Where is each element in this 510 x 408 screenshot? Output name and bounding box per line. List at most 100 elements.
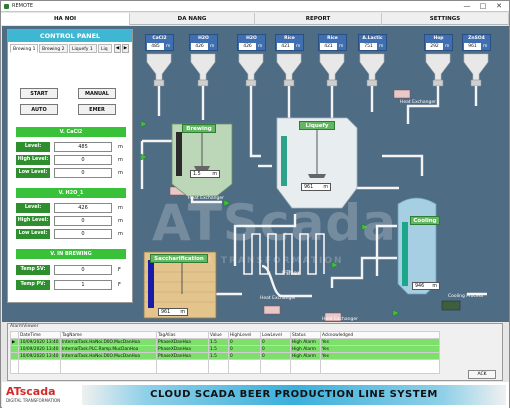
system-banner: CLOUD SCADA BEER PRODUCTION LINE SYSTEM (82, 385, 506, 405)
table-row[interactable]: 10/09/2020 13:40 InternalTask.PLC.Ramp.M… (10, 345, 440, 353)
h2o-low-level-field[interactable]: 0 (54, 229, 112, 239)
liquefy-value: 961 (304, 185, 314, 190)
heat-exchanger-label-1: Heat Exchanger (400, 100, 436, 105)
cell-highlevel: 0 (228, 352, 261, 360)
cell-tagname: InternalTask.HaNoi.D0O.MucDanHoa (60, 352, 157, 360)
logo-text: ATscada (6, 385, 56, 398)
cacl2-low-level-field[interactable]: 0 (54, 168, 112, 178)
saccharification-unit: m (180, 310, 185, 315)
cacl2-hopper (146, 53, 172, 81)
h2o-hopper-1 (190, 53, 216, 81)
alarm-table: DateTime TagName TagAlias Value HighLeve… (10, 331, 440, 374)
field-unit: m (118, 170, 123, 176)
cacl2-high-level-field[interactable]: 0 (54, 155, 112, 165)
sensor-unit: m (339, 44, 344, 49)
tab-da-nang[interactable]: DA NANG (130, 13, 255, 25)
cell-tagalias: PhaseXDanHoa (156, 345, 209, 353)
sensor-name: CaCl2 (152, 36, 167, 41)
tab-ha-noi[interactable]: HA NOI (1, 13, 130, 25)
liquefy-unit: m (323, 185, 328, 190)
h2o-high-level-field[interactable]: 0 (54, 216, 112, 226)
field-label: Low Level: (16, 229, 50, 239)
field-label: Temp PV: (16, 280, 50, 290)
field-unit: F (118, 282, 121, 288)
sensor-name: H2O (246, 36, 257, 41)
sensor-hop: Hop 292 m (424, 34, 453, 51)
h2o-level-field[interactable]: 426 (54, 203, 112, 213)
column-header[interactable]: TagAlias (156, 331, 209, 339)
subtab-brewing-2[interactable]: Brewing 2 (39, 44, 68, 53)
cell-acknowledged: Yes (320, 338, 440, 346)
cooling-readout: 946 m (412, 282, 440, 290)
tab-settings[interactable]: SETTINGS (382, 13, 509, 25)
cell-datetime: 10/09/2020 13:40 (18, 338, 61, 346)
column-header[interactable]: Status (290, 331, 321, 339)
cooling-process-label: Cooling Process (448, 294, 484, 299)
atscada-logo: ATscada DIGITAL TRANSFORMATION (6, 385, 66, 405)
row-pointer-icon: ▶ (10, 338, 19, 346)
sensor-lactic: A.Lactic 751 m (358, 34, 387, 51)
cell-datetime: 10/09/2020 13:40 (18, 345, 61, 353)
filter-label: Filter (282, 270, 301, 277)
cell-datetime: 10/09/2020 13:40 (18, 352, 61, 360)
sensor-value: 961 (464, 43, 481, 50)
sensor-name: A.Lactic (362, 36, 383, 41)
rice-hopper-1 (276, 53, 302, 81)
brewing-value: 1.5 (193, 172, 201, 177)
cell-lowlevel: 0 (260, 338, 291, 346)
heat-exchanger-label-2: Heat Exchanger (188, 196, 224, 201)
sensor-cacl2: CaCl2 485 m (145, 34, 174, 51)
cooling-unit: m (432, 284, 437, 289)
subtab-liq[interactable]: Liq (98, 44, 112, 53)
close-button[interactable]: ✕ (491, 1, 507, 12)
subtab-next-icon[interactable]: ▶ (122, 44, 129, 53)
manual-button[interactable]: MANUAL (78, 88, 116, 99)
cell-highlevel: 0 (228, 345, 261, 353)
column-header[interactable]: DateTime (18, 331, 61, 339)
table-row[interactable]: 10/09/2020 13:40 InternalTask.HaNoi.D0O.… (10, 352, 440, 360)
column-header[interactable]: Acknowledged (320, 331, 440, 339)
ack-button[interactable]: ACK (468, 370, 496, 379)
field-unit: m (118, 144, 123, 150)
emer-button[interactable]: EMER (78, 104, 116, 115)
table-row[interactable]: ▶ 10/09/2020 13:40 InternalTask.HaNoi.D0… (10, 338, 440, 346)
column-header[interactable]: TagName (60, 331, 157, 339)
cell-highlevel: 0 (228, 338, 261, 346)
sensor-value: 421 (277, 43, 294, 50)
sensor-unit: m (258, 44, 263, 49)
column-header[interactable]: LowLevel (260, 331, 291, 339)
column-header[interactable]: HighLevel (228, 331, 261, 339)
window-title: REMOTE (12, 3, 34, 9)
field-unit: F (118, 267, 121, 273)
temp-sv-field[interactable]: 0 (54, 265, 112, 275)
app-icon (4, 4, 9, 9)
cooling-value: 946 (415, 284, 425, 289)
column-header[interactable]: Value (208, 331, 229, 339)
temp-pv-field[interactable]: 1 (54, 280, 112, 290)
cell-status: High Alarm (290, 345, 321, 353)
maximize-button[interactable]: □ (475, 1, 491, 12)
sensor-h2o-2: H2O 426 m (237, 34, 266, 51)
auto-button[interactable]: AUTO (20, 104, 58, 115)
field-label: Level: (16, 203, 50, 213)
cacl2-level-field[interactable]: 485 (54, 142, 112, 152)
tab-report[interactable]: REPORT (255, 13, 382, 25)
heat-exchanger-label-4: Heat Exchanger (322, 317, 358, 322)
subtab-brewing-1[interactable]: Brewing 1 (10, 44, 38, 53)
field-label: High Level: (16, 216, 50, 226)
alarm-viewer-title: AlarmViewer (10, 324, 39, 329)
minimize-button[interactable]: — (459, 1, 475, 12)
cell-tagname: InternalTask.PLC.Ramp.MucDanHoa (60, 345, 157, 353)
row-pointer-icon (10, 352, 19, 360)
sensor-name: H2O (198, 36, 209, 41)
subtab-prev-icon[interactable]: ◀ (114, 44, 121, 53)
cooling-process-pump (441, 300, 461, 311)
sensor-unit: m (296, 44, 301, 49)
cell-lowlevel: 0 (260, 345, 291, 353)
saccharification-value: 961 (161, 310, 171, 315)
field-label: Temp SV: (16, 265, 50, 275)
column-header[interactable] (10, 331, 19, 339)
control-panel-title: CONTROL PANEL (8, 30, 132, 42)
subtab-liquefy-1[interactable]: Liquefy 1 (69, 44, 97, 53)
start-button[interactable]: START (20, 88, 58, 99)
